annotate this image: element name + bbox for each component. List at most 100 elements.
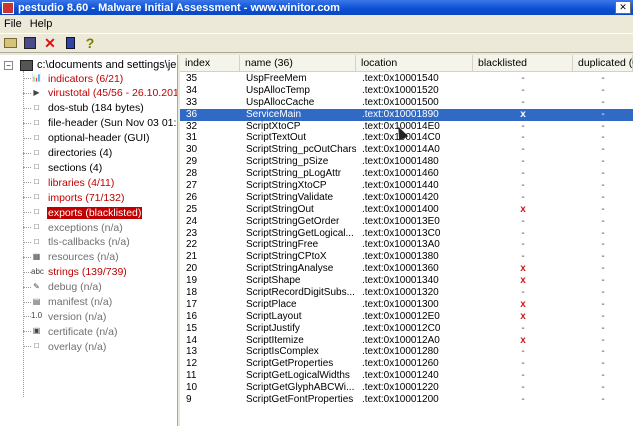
table-row[interactable]: 10 ScriptGetGlyphABCWi... .text:0x10001220…	[180, 382, 633, 394]
column-header-location[interactable]: location	[356, 55, 473, 72]
table-row[interactable]: 15 ScriptJustify .text:0x100012C0 - -	[180, 323, 633, 335]
tree-item-debug[interactable]: ✎ debug (n/a)	[23, 281, 103, 294]
table-row[interactable]: 29 ScriptString_pSize .text:0x10001480 - -	[180, 156, 633, 168]
close-button[interactable]: ✕	[615, 1, 631, 14]
column-header-blacklisted[interactable]: blacklisted	[473, 55, 573, 72]
table-row[interactable]: 26 ScriptStringValidate .text:0x10001420 - -	[180, 192, 633, 204]
tree-item-sections[interactable]: □ sections (4)	[23, 161, 103, 174]
table-row[interactable]: 24 ScriptStringGetOrder .text:0x100013E0 - -	[180, 216, 633, 228]
tree-item-resources[interactable]: ▦ resources (n/a)	[23, 251, 120, 264]
dash-text: -	[521, 370, 525, 382]
table-row[interactable]: 16 ScriptLayout .text:0x100012E0 x -	[180, 311, 633, 323]
tree-item-imports[interactable]: □ imports (71/132)	[23, 191, 125, 204]
tree-item-overlay[interactable]: □ overlay (n/a)	[23, 340, 107, 353]
cell-duplicated: -	[573, 382, 633, 394]
tree-item-version[interactable]: 1.0 version (n/a)	[23, 310, 107, 323]
cell-blacklisted: -	[473, 251, 573, 263]
table-row[interactable]: 13 ScriptIsComplex .text:0x10001280 - -	[180, 346, 633, 358]
export-icon[interactable]	[62, 35, 78, 51]
table-row[interactable]: 27 ScriptStringXtoCP .text:0x10001440 - -	[180, 180, 633, 192]
tree-item-exceptions[interactable]: □ exceptions (n/a)	[23, 221, 124, 234]
table-row[interactable]: 22 ScriptStringFree .text:0x100013A0 - -	[180, 239, 633, 251]
box-icon: □	[34, 222, 39, 231]
cell-duplicated: -	[573, 311, 633, 323]
collapse-icon[interactable]: −	[4, 60, 13, 70]
table-row[interactable]: 17 ScriptPlace .text:0x10001300 x -	[180, 299, 633, 311]
tree-item-exports[interactable]: □ exports (blacklisted)	[23, 206, 143, 219]
table-row[interactable]: 14 ScriptItemize .text:0x100012A0 x -	[180, 335, 633, 347]
table-row[interactable]: 33 UspAllocCache .text:0x10001500 - -	[180, 97, 633, 109]
table-row[interactable]: 20 ScriptStringAnalyse .text:0x10001360 x -	[180, 263, 633, 275]
cell-duplicated: -	[573, 156, 633, 168]
open-icon[interactable]	[2, 35, 18, 51]
tree-item-optional-header[interactable]: □ optional-header (GUI)	[23, 132, 151, 145]
column-header-index[interactable]: index	[180, 55, 240, 72]
tree-item-strings[interactable]: abc strings (139/739)	[23, 266, 128, 279]
tree-item-label: indicators (6/21)	[48, 72, 124, 85]
cell-index: 35	[186, 73, 198, 84]
tree-item-virustotal[interactable]: ▶ virustotal (45/56 - 26.10.201	[23, 87, 177, 100]
save-icon[interactable]	[22, 35, 38, 51]
cell-blacklisted: -	[473, 97, 573, 109]
cell-name: ScriptString_pLogAttr	[246, 168, 342, 180]
dash-text: -	[521, 144, 525, 156]
cell-index: 9	[186, 394, 192, 406]
cell-index: 18	[186, 287, 198, 299]
cell-blacklisted: -	[473, 287, 573, 299]
tree-root[interactable]: − c:\documents and settings\jeuser	[0, 58, 177, 72]
dash-text: -	[601, 310, 605, 322]
box-icon: □	[34, 207, 39, 217]
dash-text: -	[601, 322, 605, 334]
table-row[interactable]: 19 ScriptShape .text:0x10001340 x -	[180, 275, 633, 287]
tree-pane: − c:\documents and settings\jeuser 📊 indi…	[0, 55, 178, 426]
tree-item-indicators[interactable]: 📊 indicators (6/21)	[23, 72, 124, 85]
tree-item-label: exceptions (n/a)	[48, 221, 123, 234]
tree-item-certificate[interactable]: ▣ certificate (n/a)	[23, 325, 118, 338]
cell-duplicated: -	[573, 216, 633, 228]
cell-index: 27	[186, 180, 198, 192]
cell-name: ScriptGetLogicalWidths	[246, 370, 350, 382]
tree-item-libraries[interactable]: □ libraries (4/11)	[23, 176, 115, 189]
table-row[interactable]: 28 ScriptString_pLogAttr .text:0x10001460 -…	[180, 168, 633, 180]
cell-location: .text:0x10001240	[362, 370, 439, 382]
help-icon[interactable]: ?	[82, 35, 98, 51]
cell-duplicated: -	[573, 97, 633, 109]
table-row[interactable]: 21 ScriptStringCPtoX .text:0x10001380 - -	[180, 251, 633, 263]
column-header-duplicated[interactable]: duplicated (0)	[573, 55, 633, 72]
exports-table: index name (36) location blacklisted dup…	[180, 55, 633, 426]
table-row[interactable]: 32 ScriptXtoCP .text:0x100014E0 - -	[180, 121, 633, 133]
cell-location: .text:0x10001220	[362, 382, 439, 394]
cell-blacklisted: x	[473, 335, 573, 347]
cancel-icon[interactable]: ✕	[42, 35, 58, 51]
table-row[interactable]: 25 ScriptStringOut .text:0x10001400 x -	[180, 204, 633, 216]
tree-branch	[23, 92, 31, 94]
tree-item-tls-callbacks[interactable]: □ tls-callbacks (n/a)	[23, 236, 131, 249]
cell-duplicated: -	[573, 394, 633, 406]
cell-name: ScriptStringGetOrder	[246, 215, 340, 227]
menu-file[interactable]: File	[0, 18, 26, 30]
play-icon: ▶	[33, 87, 40, 97]
menu-help[interactable]: Help	[26, 18, 57, 30]
table-row[interactable]: 34 UspAllocTemp .text:0x10001520 - -	[180, 85, 633, 97]
table-row[interactable]: 35 UspFreeMem .text:0x10001540 - -	[180, 73, 633, 85]
table-row[interactable]: 36 ServiceMain .text:0x10001890 x -	[180, 108, 633, 121]
column-header-name[interactable]: name (36)	[240, 55, 356, 72]
cell-index: 31	[186, 132, 198, 144]
table-row[interactable]: 9 ScriptGetFontProperties .text:0x10001200…	[180, 394, 633, 406]
table-row[interactable]: 18 ScriptRecordDigitSubs... .text:0x100013…	[180, 287, 633, 299]
tree-item-label: optional-header (GUI)	[48, 132, 150, 145]
dash-text: -	[521, 215, 525, 227]
table-row[interactable]: 11 ScriptGetLogicalWidths .text:0x10001240…	[180, 370, 633, 382]
table-row[interactable]: 23 ScriptStringGetLogical... .text:0x10001…	[180, 228, 633, 240]
tree-item-manifest[interactable]: ▤ manifest (n/a)	[23, 296, 113, 309]
blacklisted-x-icon: x	[520, 263, 526, 275]
cell-index: 22	[186, 239, 198, 251]
cell-name: ScriptRecordDigitSubs...	[246, 287, 355, 299]
cell-name: ScriptStringAnalyse	[246, 263, 334, 275]
dash-text: -	[601, 191, 605, 203]
tree-item-dos-stub[interactable]: □ dos-stub (184 bytes)	[23, 102, 145, 115]
table-row[interactable]: 30 ScriptString_pcOutChars .text:0x100014A…	[180, 144, 633, 156]
table-row[interactable]: 12 ScriptGetProperties .text:0x10001260 - -	[180, 358, 633, 370]
tree-item-directories[interactable]: □ directories (4)	[23, 147, 113, 160]
tree-item-file-header[interactable]: □ file-header (Sun Nov 03 01:2	[23, 117, 177, 130]
